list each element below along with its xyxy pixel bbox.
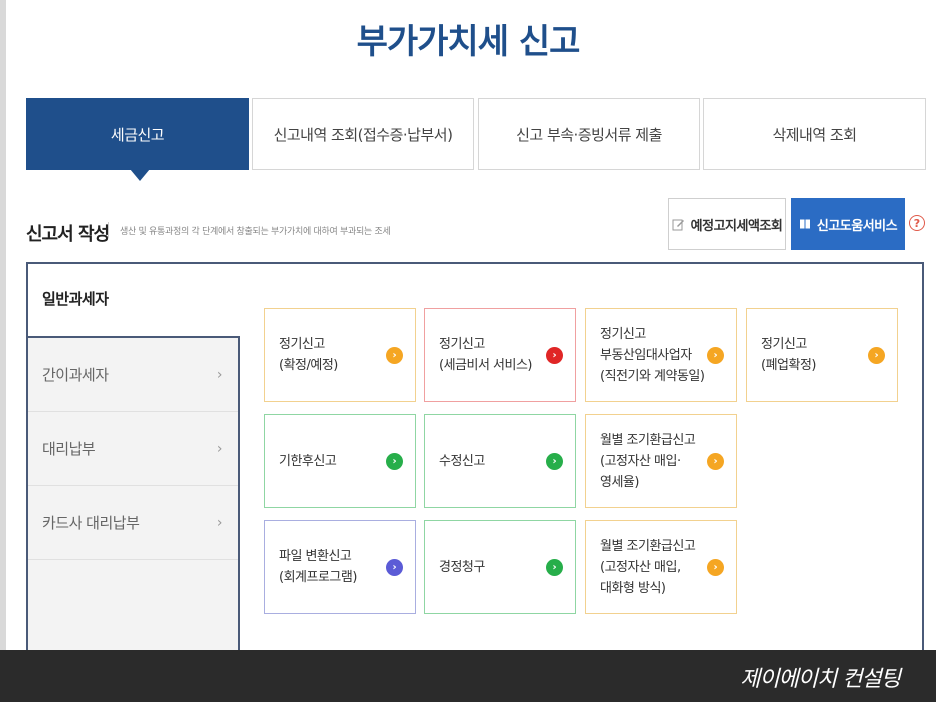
sidebar-item-label: 간이과세자 (42, 366, 109, 384)
card-late-filing[interactable]: 기한후신고 › (264, 414, 416, 508)
arrow-right-icon: › (546, 558, 563, 576)
section-description: 생산 및 유통과정의 각 단계에서 창출되는 부가가치에 대하여 부과되는 조세 (120, 227, 391, 237)
card-file-conversion-filing[interactable]: 파일 변환신고 (회계프로그램) › (264, 520, 416, 614)
card-label: 수정신고 (439, 453, 485, 469)
card-correction-claim[interactable]: 경정청구 › (424, 520, 576, 614)
card-label: 정기신고 (세금비서 서비스) (439, 337, 533, 373)
chevron-right-icon: › (216, 440, 223, 457)
card-label: 월별 조기환급신고 (고정자산 매입· 영세율) (600, 432, 696, 490)
sidebar-item-simplified-taxpayer[interactable]: 간이과세자 › (28, 338, 238, 412)
arrow-right-icon: › (707, 346, 724, 364)
sidebar-item-proxy-payment[interactable]: 대리납부 › (28, 412, 238, 486)
arrow-right-icon: › (868, 346, 885, 364)
left-frame-edge (0, 0, 6, 650)
card-label: 월별 조기환급신고 (고정자산 매입, 대화형 방식) (600, 538, 696, 596)
section-title: 신고서 작성 (26, 224, 110, 245)
sidebar-item-card-company-proxy-payment[interactable]: 카드사 대리납부 › (28, 486, 238, 560)
arrow-right-icon: › (707, 452, 724, 470)
filing-panel: 일반과세자 간이과세자 › 대리납부 › 카드사 대리납부 › 정기신고 (확정/… (26, 262, 924, 666)
tab-bar: 세금신고 신고내역 조회(접수증·납부서) 신고 부속·증빙서류 제출 삭제내역… (26, 98, 926, 181)
help-question-icon[interactable]: ? (909, 215, 925, 231)
footer-brand: 제이에이치 컨설팅 (740, 667, 901, 692)
card-label: 파일 변환신고 (회계프로그램) (279, 549, 357, 585)
card-regular-filing-tax-secretary[interactable]: 정기신고 (세금비서 서비스) › (424, 308, 576, 402)
book-icon (799, 219, 810, 229)
card-label: 정기신고 (폐업확정) (761, 337, 816, 373)
card-label: 기한후신고 (279, 453, 337, 469)
prepayment-lookup-button[interactable]: 예정고지세액조회 (668, 198, 786, 250)
card-label: 정기신고 (확정/예정) (279, 337, 338, 373)
chevron-right-icon: › (216, 366, 223, 383)
card-monthly-early-refund[interactable]: 월별 조기환급신고 (고정자산 매입· 영세율) › (585, 414, 737, 508)
card-regular-filing[interactable]: 정기신고 (확정/예정) › (264, 308, 416, 402)
sidebar-item-label: 대리납부 (42, 440, 96, 458)
card-amended-filing[interactable]: 수정신고 › (424, 414, 576, 508)
arrow-right-icon: › (546, 452, 563, 470)
card-label: 경정청구 (439, 559, 485, 575)
page-title: 부가가치세 신고 (356, 22, 581, 62)
filing-help-service-label: 신고도움서비스 (816, 218, 898, 234)
footer-bar: 제이에이치 컨설팅 (0, 650, 936, 702)
arrow-right-icon: › (546, 346, 563, 364)
card-monthly-early-refund-interactive[interactable]: 월별 조기환급신고 (고정자산 매입, 대화형 방식) › (585, 520, 737, 614)
sidebar-item-label: 카드사 대리납부 (42, 514, 140, 532)
tab-deleted-history[interactable]: 삭제내역 조회 (703, 98, 926, 170)
sidebar-item-general-taxpayer[interactable]: 일반과세자 (28, 264, 240, 338)
sidebar-border (238, 336, 240, 666)
filing-help-service-button[interactable]: 신고도움서비스 (791, 198, 905, 250)
tab-tax-filing[interactable]: 세금신고 (26, 98, 249, 181)
arrow-right-icon: › (386, 452, 403, 470)
section-divider (108, 222, 109, 238)
taxpayer-type-sidebar: 일반과세자 간이과세자 › 대리납부 › 카드사 대리납부 › (28, 264, 240, 664)
prepayment-lookup-label: 예정고지세액조회 (690, 218, 783, 234)
arrow-right-icon: › (386, 346, 403, 364)
sidebar-item-label: 일반과세자 (42, 290, 109, 308)
edit-icon (672, 219, 684, 230)
arrow-right-icon: › (386, 558, 403, 576)
card-regular-filing-closure[interactable]: 정기신고 (폐업확정) › (746, 308, 898, 402)
tab-supporting-documents[interactable]: 신고 부속·증빙서류 제출 (478, 98, 700, 170)
tab-filing-history[interactable]: 신고내역 조회(접수증·납부서) (252, 98, 474, 170)
card-label: 정기신고 부동산임대사업자 (직전기와 계약동일) (600, 326, 705, 384)
arrow-right-icon: › (707, 558, 724, 576)
card-regular-filing-real-estate[interactable]: 정기신고 부동산임대사업자 (직전기와 계약동일) › (585, 308, 737, 402)
chevron-right-icon: › (216, 514, 223, 531)
